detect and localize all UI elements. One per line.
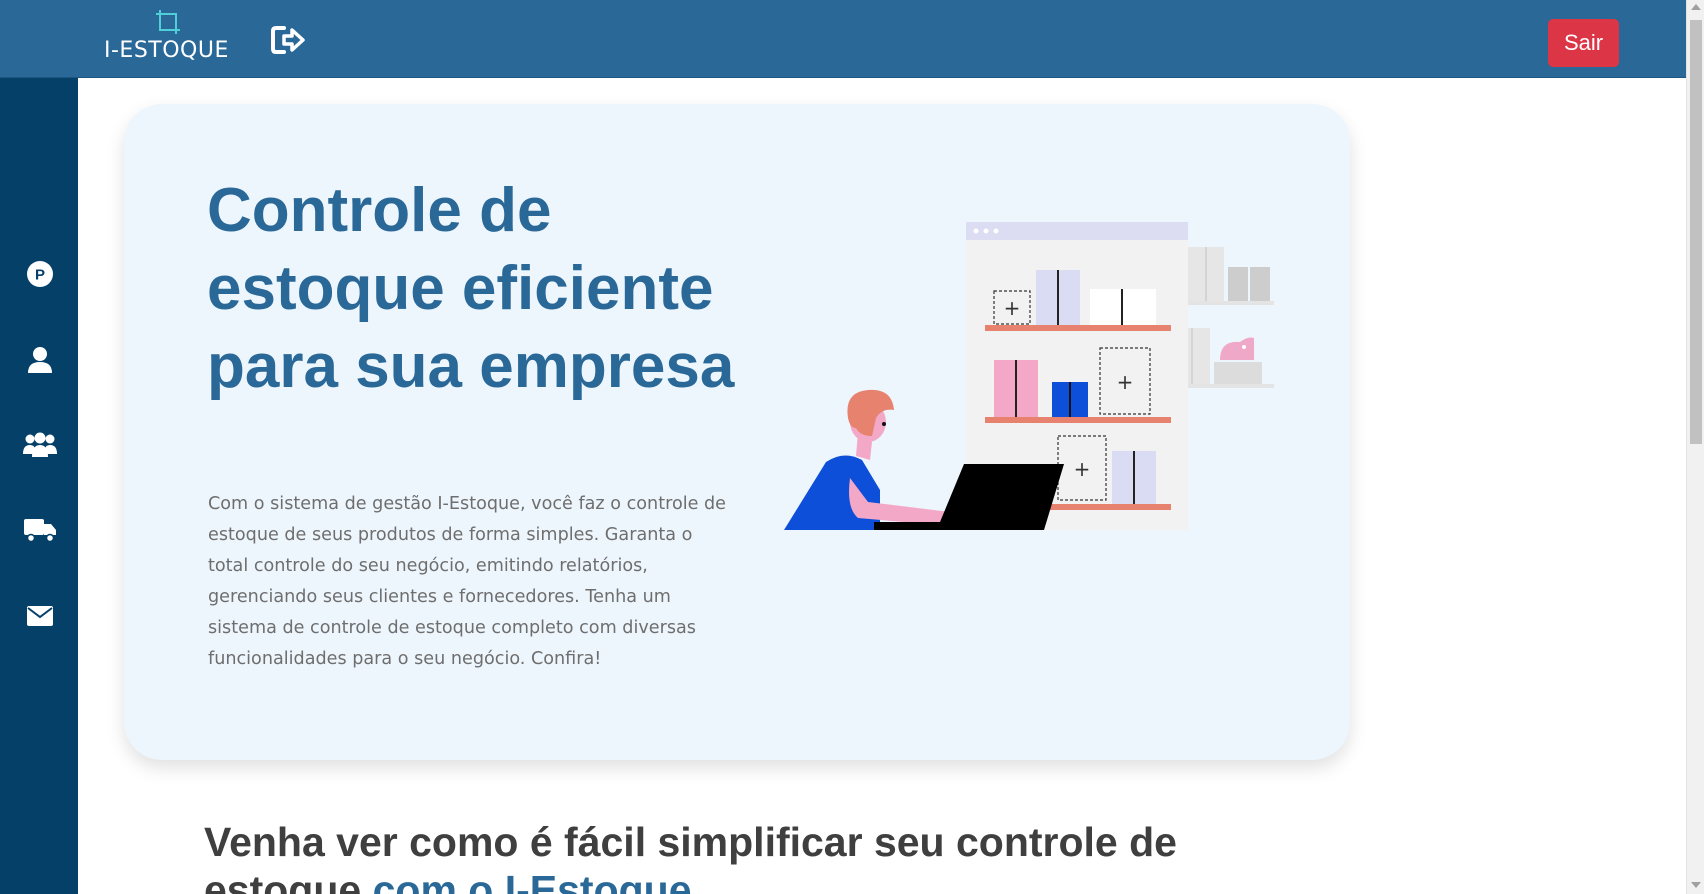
logo[interactable]: I-ESTOQUE — [104, 8, 234, 68]
svg-text:P: P — [35, 267, 45, 284]
svg-text:+: + — [1074, 457, 1091, 481]
sidebar-item-clients[interactable] — [20, 425, 60, 465]
section-heading-accent: com o I-Estoque — [372, 867, 692, 894]
sidebar: P — [0, 78, 78, 894]
envelope-icon — [27, 606, 53, 626]
truck-icon — [24, 519, 56, 543]
scrollbar-thumb[interactable] — [1690, 20, 1702, 444]
sign-out-icon[interactable] — [270, 24, 306, 56]
stock-illustration: + + + — [784, 222, 1274, 530]
sidebar-item-contact[interactable] — [20, 596, 60, 636]
user-icon — [28, 347, 52, 373]
hero-description: Com o sistema de gestão I-Estoque, você … — [208, 494, 727, 669]
hero-card: Controle de estoque eficiente para sua e… — [124, 104, 1350, 760]
svg-text:+: + — [1004, 296, 1021, 320]
product-p-icon: P — [27, 261, 53, 287]
users-group-icon — [23, 432, 57, 457]
sidebar-item-user[interactable] — [20, 340, 60, 380]
hero-title: Controle de estoque eficiente para sua e… — [207, 176, 735, 401]
top-navbar: I-ESTOQUE Sair — [0, 0, 1686, 78]
sidebar-item-products[interactable]: P — [20, 254, 60, 294]
scroll-down-arrow-icon[interactable] — [1691, 882, 1701, 888]
exit-button[interactable]: Sair — [1548, 19, 1619, 67]
section-heading: Venha ver como é fácil simplificar seu c… — [204, 818, 1204, 894]
logo-mark-icon — [156, 10, 180, 34]
svg-text:+: + — [1117, 370, 1134, 394]
logo-text: I-ESTOQUE — [104, 38, 229, 63]
scroll-up-arrow-icon[interactable] — [1691, 4, 1701, 10]
scrollbar[interactable] — [1686, 0, 1704, 894]
sidebar-item-suppliers[interactable] — [20, 510, 60, 550]
